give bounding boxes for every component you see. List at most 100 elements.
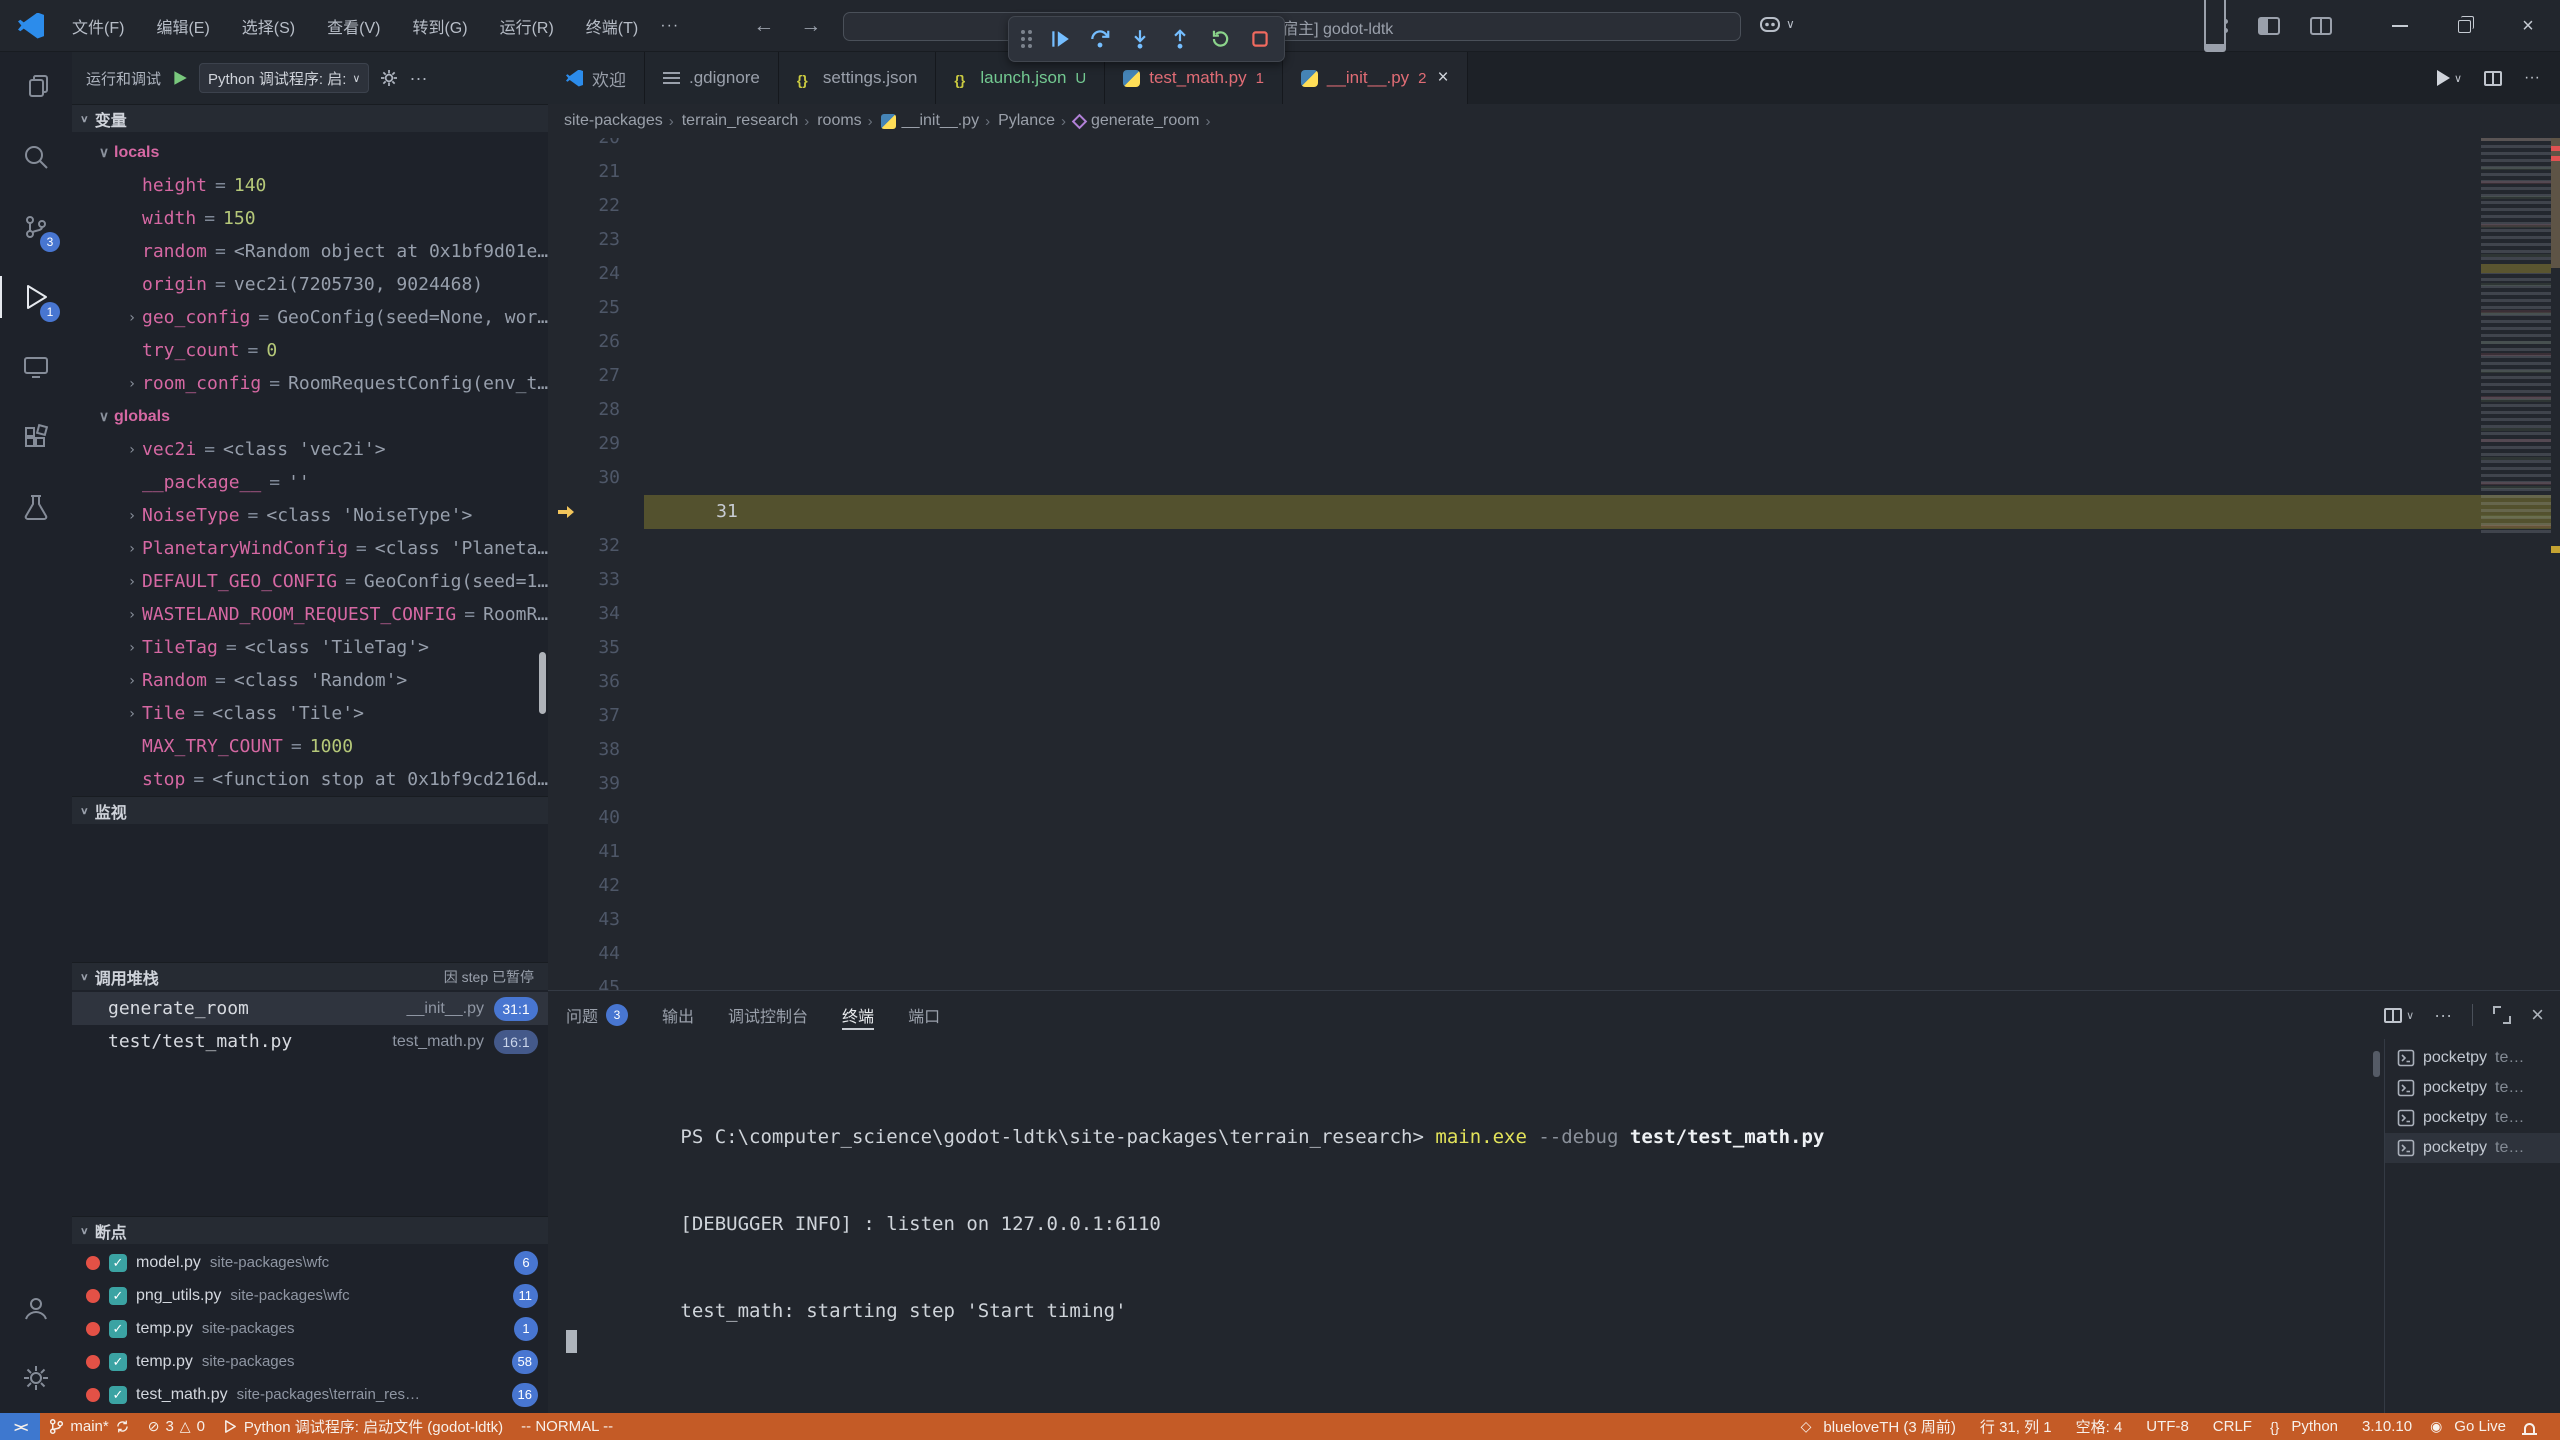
command-center-search[interactable]: [扩展开发宿主] godot-ldtk <box>843 12 1741 41</box>
panel-more-actions-icon[interactable]: ··· <box>2434 1005 2452 1026</box>
breakpoint-row[interactable]: ✓ model.py site-packages\wfc 6 <box>72 1246 548 1279</box>
variable-row[interactable]: height = 140 <box>72 169 548 202</box>
run-python-file-button[interactable]: ∨ <box>2437 70 2462 86</box>
debug-session-item[interactable]: Python 调试程序: 启动文件 (godot-ldtk) <box>214 1416 512 1437</box>
breadcrumb-item[interactable]: generate_room › <box>1074 112 1211 130</box>
variable-row[interactable]: › vec2i = <class 'vec2i'> <box>72 433 548 466</box>
code-line[interactable]: 32 raise ValueError(f"Invalid env type: … <box>548 529 2560 563</box>
menu-item[interactable]: 查看(V) <box>315 10 392 42</box>
code-line[interactable]: 23 random = Random(room_config.seed)rand… <box>548 223 2560 257</box>
gutter[interactable]: 37 <box>548 699 644 733</box>
panel-tab[interactable]: 终端 <box>842 991 874 1039</box>
terminal-list-item[interactable]: pocketpy te… <box>2385 1073 2560 1103</box>
gutter[interactable]: 45 <box>548 971 644 990</box>
variable-row[interactable]: › DEFAULT_GEO_CONFIG = GeoConfig(seed=1… <box>72 565 548 598</box>
breakpoint-checkbox[interactable]: ✓ <box>109 1287 127 1305</box>
editor-more-actions-icon[interactable]: ··· <box>2524 69 2540 87</box>
breakpoint-row[interactable]: ✓ test_math.py site-packages\terrain_res… <box>72 1378 548 1411</box>
window-minimize-button[interactable] <box>2368 0 2432 52</box>
activity-extensions-icon[interactable] <box>0 402 72 472</box>
variable-row[interactable]: › WASTELAND_ROOM_REQUEST_CONFIG = RoomR… <box>72 598 548 631</box>
activity-explorer-icon[interactable] <box>0 52 72 122</box>
variables-section-header[interactable]: ∨ 变量 <box>72 104 548 132</box>
code-line[interactable]: 35 geo_config.primary_forces.geothermal_… <box>548 631 2560 665</box>
gutter[interactable]: 27 <box>548 359 644 393</box>
status-item[interactable]: UTF-8 <box>2131 1418 2198 1435</box>
code-line[interactable]: 27 <box>548 359 2560 393</box>
callstack-section-header[interactable]: ∨ 调用堆栈 因 step 已暂停 <box>72 962 548 990</box>
breakpoint-row[interactable]: ✓ png_utils.py site-packages\wfc 11 <box>72 1279 548 1312</box>
maximize-panel-icon[interactable] <box>2493 1006 2511 1024</box>
code-line[interactable]: 26 width, height = room_config.layout.n_… <box>548 325 2560 359</box>
debug-config-dropdown[interactable]: Python 调试程序: 启:∨ <box>199 63 369 93</box>
panel-tab[interactable]: 端口 <box>908 991 940 1039</box>
activity-search-icon[interactable] <box>0 122 72 192</box>
variable-row[interactable]: try_count = 0 <box>72 334 548 367</box>
breakpoint-checkbox[interactable]: ✓ <box>109 1254 127 1272</box>
variable-row[interactable]: › Random = <class 'Random'> <box>72 664 548 697</box>
activity-testing-icon[interactable] <box>0 472 72 542</box>
git-branch-item[interactable]: main* <box>40 1418 138 1435</box>
editor-scrollbar-thumb[interactable] <box>2551 138 2560 268</box>
gutter[interactable]: 38 <box>548 733 644 767</box>
code-line[interactable]: 42 # 计算每一个出口的中心，然后使用astar生成路径，确保每一个出口组合都… <box>548 869 2560 903</box>
nav-forward-icon[interactable]: → <box>800 14 821 38</box>
start-debug-icon[interactable] <box>171 69 189 87</box>
code-editor[interactable]: 20 21 def generate_room(room_config: Roo… <box>548 138 2560 990</box>
code-line[interactable]: 37 # ====生成TerrainCell==== <box>548 699 2560 733</box>
gutter[interactable]: 31 <box>548 495 762 529</box>
variable-row[interactable]: › NoiseType = <class 'NoiseType'> <box>72 499 548 532</box>
code-line[interactable]: 33 <box>548 563 2560 597</box>
breadcrumb-item[interactable]: terrain_research › <box>682 112 810 130</box>
status-item[interactable]: 空格: 4 <box>2061 1416 2132 1437</box>
debug-step-into-button[interactable] <box>1128 27 1152 51</box>
variable-row[interactable]: MAX_TRY_COUNT = 1000 <box>72 730 548 763</box>
breadcrumb-item[interactable]: Pylance › <box>998 112 1066 130</box>
code-line[interactable]: 43 # 生成出口组合 <box>548 903 2560 937</box>
gutter[interactable]: 43 <box>548 903 644 937</box>
gutter[interactable]: 21 <box>548 155 644 189</box>
activity-remote-explorer-icon[interactable] <box>0 332 72 402</box>
editor-tab[interactable]: settings.json <box>779 52 937 104</box>
gutter[interactable]: 39 <box>548 767 644 801</box>
breadcrumb-item[interactable]: __init__.py › <box>881 112 990 130</box>
editor-tab[interactable]: 欢迎 <box>548 52 645 104</box>
remote-indicator[interactable]: >< <box>0 1413 40 1440</box>
code-line[interactable]: 30 geo_config = WASTELAND_GEO_CONFIGgeo_… <box>548 461 2560 495</box>
breakpoint-checkbox[interactable]: ✓ <box>109 1353 127 1371</box>
breakpoint-checkbox[interactable]: ✓ <box>109 1320 127 1338</box>
menu-item[interactable]: 文件(F) <box>60 10 136 42</box>
status-item[interactable]: {} Python <box>2261 1418 2347 1435</box>
status-item[interactable]: ◉ Go Live <box>2421 1418 2515 1435</box>
gutter[interactable]: 22 <box>548 189 644 223</box>
panel-tab[interactable]: 问题 3 <box>566 991 628 1039</box>
activity-source-control-icon[interactable]: 3 <box>0 192 72 262</box>
code-line[interactable]: 36 geo_area = request_area(origin, width… <box>548 665 2560 699</box>
code-line[interactable]: 31 else: <box>548 495 2560 529</box>
status-item[interactable]: 3.10.10 <box>2347 1418 2421 1435</box>
breadcrumb-item[interactable]: site-packages › <box>564 112 674 130</box>
variable-row[interactable]: random = <Random object at 0x1bf9d01e… <box>72 235 548 268</box>
menu-item[interactable]: 转到(G) <box>400 10 479 42</box>
accounts-icon[interactable] <box>0 1273 72 1343</box>
gutter[interactable]: 35 <box>548 631 644 665</box>
variable-row[interactable]: › PlanetaryWindConfig = <class 'Planeta… <box>72 532 548 565</box>
status-item[interactable]: CRLF <box>2198 1418 2261 1435</box>
debug-restart-button[interactable] <box>1208 27 1232 51</box>
code-line[interactable]: 38 step("生成TerrainCell") <box>548 733 2560 767</box>
menu-item[interactable]: 选择(S) <box>230 10 307 42</box>
menu-overflow-icon[interactable]: ··· <box>650 13 689 39</box>
gutter[interactable]: 41 <box>548 835 644 869</box>
terminal-list-item[interactable]: pocketpy te… <box>2385 1043 2560 1073</box>
code-line[interactable]: 24 while try_count < MAX_TRY_COUNT:try_c… <box>548 257 2560 291</box>
terminal-list-item[interactable]: pocketpy te… <box>2385 1103 2560 1133</box>
breadcrumb-item[interactable]: rooms › <box>817 112 872 130</box>
code-line[interactable]: 40 <box>548 801 2560 835</box>
panel-tab[interactable]: 调试控制台 <box>728 991 808 1039</box>
breakpoint-row[interactable]: ✓ temp.py site-packages 1 <box>72 1312 548 1345</box>
editor-tab[interactable]: .gdignore <box>645 52 779 104</box>
code-line[interactable]: 41 # ====检查连通性==== <box>548 835 2560 869</box>
toggle-secondary-sidebar-icon[interactable] <box>2310 17 2332 35</box>
panel-tab[interactable]: 输出 <box>662 991 694 1039</box>
problems-item[interactable]: ⊘ 3 △ 0 <box>139 1418 214 1435</box>
